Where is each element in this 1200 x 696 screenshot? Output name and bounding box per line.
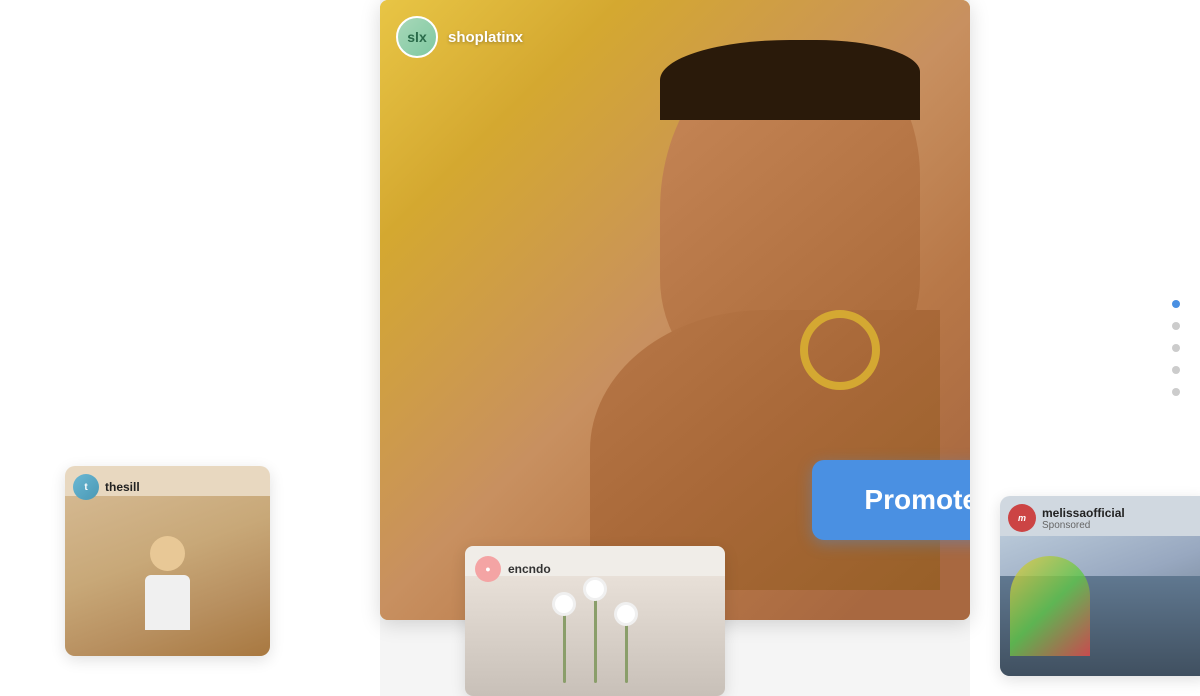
- flower-head-3: [617, 605, 635, 623]
- nav-dot-3[interactable]: [1172, 344, 1180, 352]
- nav-dot-4[interactable]: [1172, 366, 1180, 374]
- main-username: shoplatinx: [448, 29, 523, 46]
- nav-dots: [1172, 300, 1180, 396]
- melissa-username: melissaofficial: [1042, 506, 1125, 520]
- flowers-card-header: ● encndo: [475, 556, 551, 582]
- child-head: [150, 536, 185, 571]
- main-avatar[interactable]: slx: [396, 16, 438, 58]
- melissa-header: m melissaofficial Sponsored: [1008, 504, 1125, 532]
- child-body: [145, 575, 190, 630]
- child-figure: [138, 536, 198, 636]
- flowers-username: encndo: [508, 562, 551, 576]
- thesill-avatar[interactable]: t: [73, 474, 99, 500]
- main-post-header: slx shoplatinx: [396, 16, 523, 58]
- melissa-card: m melissaofficial Sponsored: [1000, 496, 1200, 676]
- flower-stem-3: [625, 623, 628, 683]
- thesill-header: t thesill: [73, 474, 140, 500]
- nav-dot-5[interactable]: [1172, 388, 1180, 396]
- promote-button[interactable]: Promote: [812, 460, 970, 540]
- nav-dot-1[interactable]: [1172, 300, 1180, 308]
- melissa-sponsored-label: Sponsored: [1042, 520, 1125, 531]
- nav-dot-2[interactable]: [1172, 322, 1180, 330]
- thesill-visual: [65, 496, 270, 656]
- thesill-card: t thesill: [65, 466, 270, 656]
- earring: [800, 310, 880, 390]
- flowers-card: ● encndo: [465, 546, 725, 696]
- flower-head-2: [586, 580, 604, 598]
- hair-shape: [660, 40, 920, 120]
- melissa-visual: [1000, 536, 1200, 676]
- flowers-visual: [465, 576, 725, 696]
- melissa-name-block: melissaofficial Sponsored: [1042, 506, 1125, 531]
- flower-stem-2: [594, 598, 597, 683]
- main-post-card: slx shoplatinx Promote: [380, 0, 970, 620]
- flower-head-1: [555, 595, 573, 613]
- page-container: slx shoplatinx Promote ● encndo: [0, 0, 1200, 696]
- flower-stem-1: [563, 613, 566, 683]
- accessories-visual: [1010, 556, 1090, 656]
- thesill-username: thesill: [105, 480, 140, 494]
- flowers-avatar[interactable]: ●: [475, 556, 501, 582]
- melissa-avatar[interactable]: m: [1008, 504, 1036, 532]
